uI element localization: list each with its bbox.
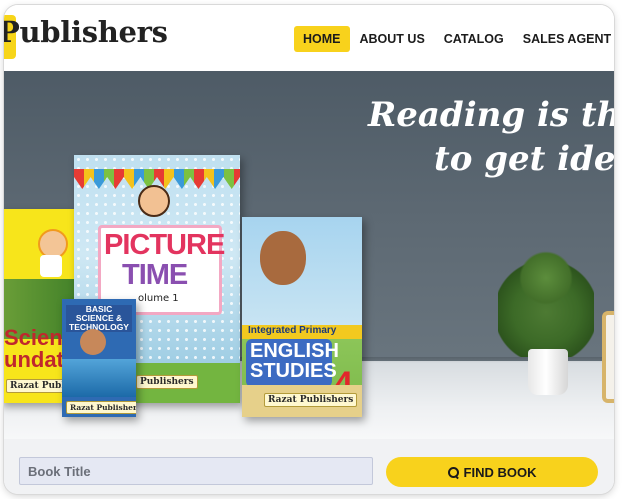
child-illustration	[138, 185, 170, 217]
site-logo[interactable]: Publishers	[4, 15, 168, 49]
hero-tagline-line2: to get ideas	[434, 139, 614, 179]
boy-reading-illustration	[260, 231, 306, 285]
picture-frame	[602, 311, 614, 403]
browser-frame: Publishers HOME ABOUT US CATALOG SALES A…	[4, 5, 614, 494]
book-basic-science-technology: BASIC SCIENCE & TECHNOLOGY Razat Publish…	[62, 299, 136, 417]
book-title-input[interactable]	[19, 457, 373, 485]
main-nav: HOME ABOUT US CATALOG SALES AGENT FA	[294, 26, 614, 52]
nav-about-us[interactable]: ABOUT US	[351, 26, 434, 52]
book-english-publisher: Razat Publishers	[264, 393, 358, 407]
site-header: Publishers HOME ABOUT US CATALOG SALES A…	[4, 5, 614, 71]
book-picture-title2: TIME	[122, 259, 188, 291]
book-english-studies: Integrated Primary ENGLISH STUDIES 4 Raz…	[242, 217, 362, 417]
nav-home[interactable]: HOME	[294, 26, 350, 52]
book-english-series: Integrated Primary	[248, 325, 337, 336]
nav-sales-agent[interactable]: SALES AGENT	[514, 26, 614, 52]
find-book-button[interactable]: FIND BOOK	[386, 457, 598, 487]
book-picture-publisher: Publishers	[136, 375, 198, 389]
book-tech-title: BASIC SCIENCE & TECHNOLOGY	[66, 305, 132, 332]
search-icon	[447, 466, 459, 478]
book-picture-title1: PICTURE	[104, 229, 225, 261]
book-english-title: ENGLISH STUDIES	[250, 340, 339, 382]
hero-tagline-line1: Reading is the	[368, 95, 614, 135]
hero-banner: Reading is the to get ideas Science unda…	[4, 71, 614, 439]
plant-leaves-top	[514, 247, 578, 309]
find-book-label: FIND BOOK	[463, 464, 537, 480]
nav-catalog[interactable]: CATALOG	[435, 26, 513, 52]
plant-pot	[528, 349, 568, 395]
book-tech-publisher: Razat Publishers	[66, 401, 136, 414]
book-picture-volume: olume 1	[138, 293, 179, 304]
